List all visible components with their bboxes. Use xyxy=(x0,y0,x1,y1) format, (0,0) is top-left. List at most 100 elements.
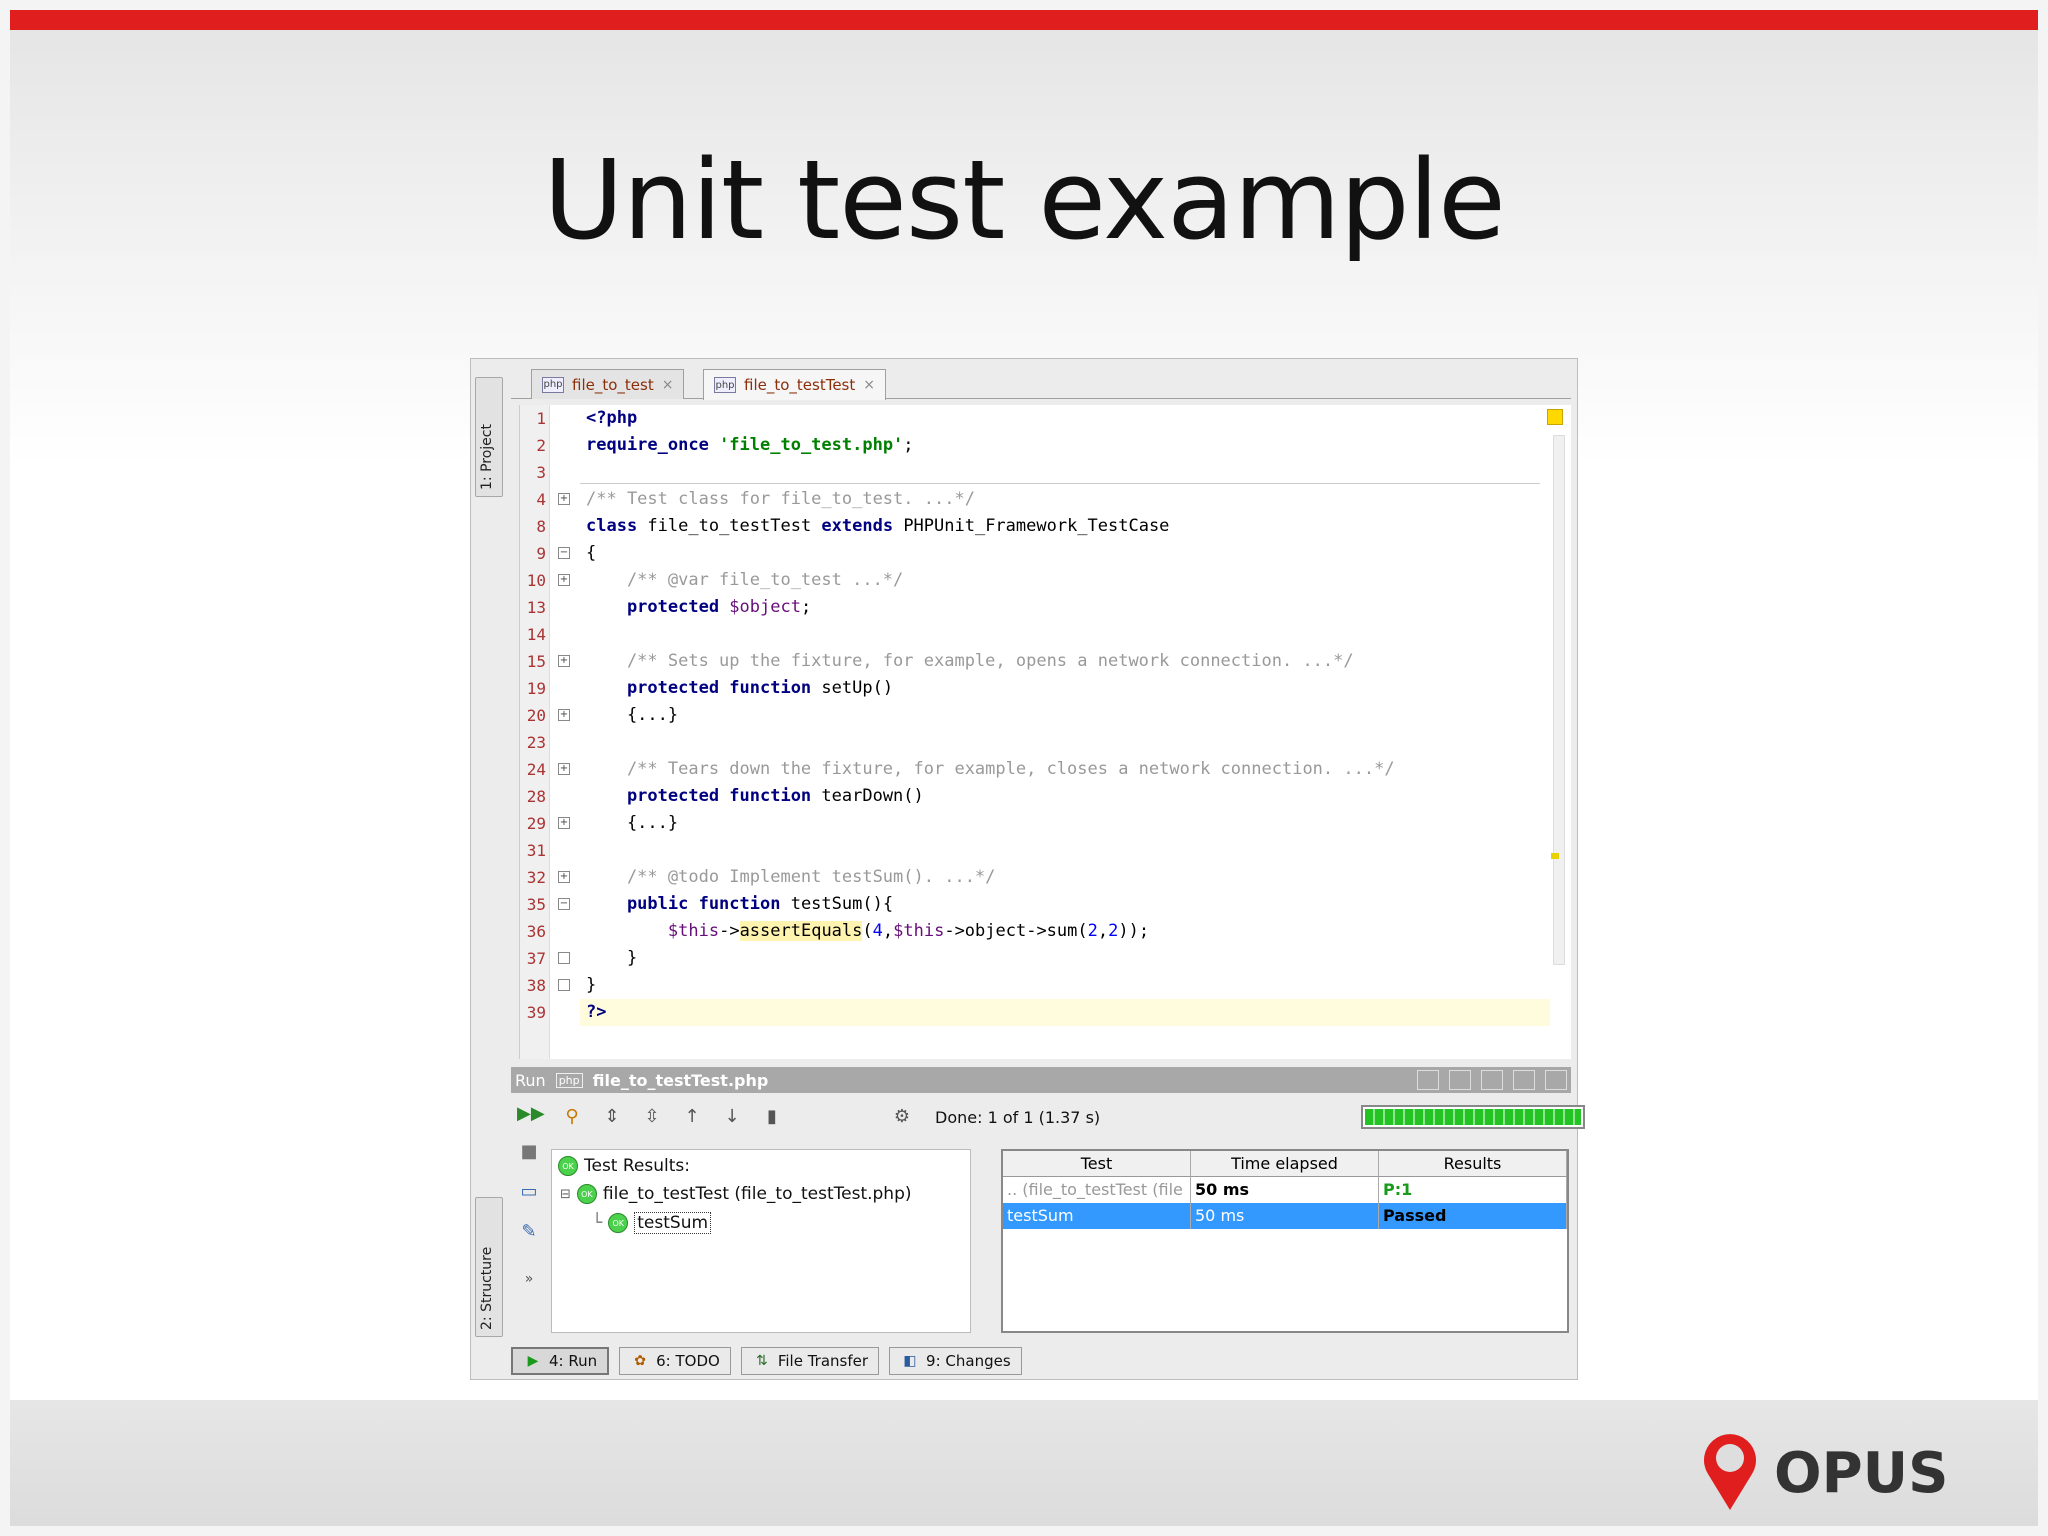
code-editor[interactable]: 1 2 3 4 8 9 10 13 14 15 19 20 23 24 28 29 31 32 35 36 37 38 39… xyxy=(519,405,1571,1059)
collapse-fold-icon[interactable]: − xyxy=(558,898,570,910)
tree-suite-label: file_to_testTest (file_to_testTest.php) xyxy=(602,1184,912,1204)
expand-fold-icon[interactable]: + xyxy=(558,655,570,667)
changes-icon: ◧ xyxy=(903,1353,917,1369)
code-line: /** Sets up the fixture, for example, op… xyxy=(586,651,1354,671)
close-icon[interactable]: × xyxy=(863,377,875,393)
settings-icon[interactable]: ⚙ xyxy=(889,1104,915,1130)
tree-suite[interactable]: ⊟ OK file_to_testTest (file_to_testTest.… xyxy=(560,1184,912,1204)
table-row[interactable]: testSum 50 ms Passed xyxy=(1003,1203,1567,1229)
expand-fold-icon[interactable]: + xyxy=(558,574,570,586)
line-number: 24 xyxy=(526,760,546,779)
more-icon[interactable]: » xyxy=(517,1271,541,1293)
progress-fill xyxy=(1365,1109,1581,1125)
tree-test[interactable]: └ OK testSum xyxy=(592,1212,712,1234)
line-number: 1 xyxy=(536,409,546,428)
run-panel-header: Run php file_to_testTest.php xyxy=(511,1067,1571,1093)
line-number: 32 xyxy=(526,868,546,887)
line-number: 13 xyxy=(526,598,546,617)
col-results[interactable]: Results xyxy=(1379,1151,1567,1177)
rerun-icon[interactable]: ▶▶ xyxy=(517,1103,545,1125)
filter-icon[interactable]: ⚲ xyxy=(559,1104,585,1130)
close-icon[interactable]: × xyxy=(662,377,674,393)
line-number: 37 xyxy=(526,949,546,968)
run-status: Done: 1 of 1 (1.37 s) xyxy=(935,1107,1101,1127)
layout-icon[interactable]: ▭ xyxy=(517,1181,541,1203)
export-icon[interactable]: ▮ xyxy=(759,1104,785,1130)
tab-file-to-test[interactable]: php file_to_test × xyxy=(531,369,685,399)
collapse-fold-icon[interactable] xyxy=(558,952,570,964)
slide-footer: OPUS xyxy=(10,1400,2038,1526)
code-line: <?php xyxy=(586,408,638,428)
editor-scrollbar[interactable] xyxy=(1553,435,1565,965)
run-icon: ▶ xyxy=(527,1353,539,1369)
expand-fold-icon[interactable]: + xyxy=(558,763,570,775)
expand-fold-icon[interactable]: + xyxy=(558,871,570,883)
line-number: 28 xyxy=(526,787,546,806)
expand-fold-icon[interactable]: + xyxy=(558,817,570,829)
project-tool-tab[interactable]: 1: Project xyxy=(475,377,503,497)
collapse-fold-icon[interactable] xyxy=(558,979,570,991)
fold-column: + − + + + + + + − xyxy=(550,405,580,1059)
hide-icon[interactable] xyxy=(1545,1070,1567,1090)
test-results-tree[interactable]: OK Test Results: ⊟ OK file_to_testTest (… xyxy=(551,1149,971,1333)
collapse-icon[interactable]: ⊟ xyxy=(560,1187,571,1202)
collapse-fold-icon[interactable]: − xyxy=(558,547,570,559)
run-config-name: file_to_testTest.php xyxy=(592,1070,769,1090)
line-number: 19 xyxy=(526,679,546,698)
cell-test: testSum xyxy=(1003,1203,1191,1229)
tab-file-transfer[interactable]: ⇅ File Transfer xyxy=(740,1347,880,1375)
stop-icon[interactable]: ■ xyxy=(517,1141,541,1163)
code-line: {...} xyxy=(586,813,679,833)
line-number-gutter: 1 2 3 4 8 9 10 13 14 15 19 20 23 24 28 29 31 32 35 36 37 38 39 xyxy=(520,405,550,1059)
tab-run-label: 4: Run xyxy=(549,1352,598,1370)
col-time[interactable]: Time elapsed xyxy=(1191,1151,1379,1177)
ok-icon: OK xyxy=(608,1213,629,1233)
method-separator xyxy=(580,483,1540,484)
expand-fold-icon[interactable]: + xyxy=(558,709,570,721)
line-number: 10 xyxy=(526,571,546,590)
line-number: 2 xyxy=(536,436,546,455)
run-panel-label: Run xyxy=(515,1070,546,1090)
restore-layout-icon[interactable] xyxy=(1417,1070,1439,1090)
line-number: 15 xyxy=(526,652,546,671)
pin-icon[interactable] xyxy=(1481,1070,1503,1090)
collapse-all-icon[interactable]: ⇳ xyxy=(639,1104,665,1130)
tab-file-to-testtest[interactable]: php file_to_testTest × xyxy=(703,369,886,400)
tab-changes[interactable]: ◧ 9: Changes xyxy=(889,1347,1022,1375)
line-number: 31 xyxy=(526,841,546,860)
previous-icon[interactable]: ↑ xyxy=(679,1104,705,1130)
logo-text: OPUS xyxy=(1774,1441,1948,1506)
line-number: 20 xyxy=(526,706,546,725)
expand-fold-icon[interactable]: + xyxy=(558,493,570,505)
line-number: 36 xyxy=(526,922,546,941)
expand-all-icon[interactable]: ⇕ xyxy=(599,1104,625,1130)
code-line: /** Tears down the fixture, for example,… xyxy=(586,759,1395,779)
code-line: require_once 'file_to_test.php'; xyxy=(586,435,914,455)
minimize-icon[interactable] xyxy=(1513,1070,1535,1090)
inspection-marker-icon[interactable] xyxy=(1547,409,1563,425)
php-file-icon: php xyxy=(542,376,564,393)
line-number: 29 xyxy=(526,814,546,833)
editor-tab-bar: php file_to_test × php file_to_testTest … xyxy=(511,369,1571,400)
test-results-table[interactable]: Test Time elapsed Results .. (file_to_te… xyxy=(1001,1149,1569,1333)
cell-time: 50 ms xyxy=(1191,1203,1379,1229)
code-line: ?> xyxy=(586,1002,607,1022)
next-icon[interactable]: ↓ xyxy=(719,1104,745,1130)
ok-icon: OK xyxy=(576,1184,597,1204)
tab-todo[interactable]: ✿ 6: TODO xyxy=(619,1347,731,1375)
slide: Unit test example 1: Project 2: Structur… xyxy=(10,10,2038,1526)
cell-result: P:1 xyxy=(1379,1177,1567,1203)
table-row[interactable]: .. (file_to_testTest (file 50 ms P:1 xyxy=(1003,1177,1567,1203)
code-line: { xyxy=(586,543,597,563)
pin-icon[interactable]: ✎ xyxy=(517,1221,541,1243)
structure-tool-tab[interactable]: 2: Structure xyxy=(475,1197,503,1337)
warning-marker-icon[interactable] xyxy=(1551,853,1559,859)
col-test[interactable]: Test xyxy=(1003,1151,1191,1177)
float-mode-icon[interactable] xyxy=(1449,1070,1471,1090)
code-line: {...} xyxy=(586,705,679,725)
tab-run[interactable]: ▶ 4: Run xyxy=(511,1347,610,1375)
tree-root[interactable]: OK Test Results: xyxy=(558,1156,690,1176)
code-line: class file_to_testTest extends PHPUnit_F… xyxy=(586,516,1170,536)
cell-test: .. (file_to_testTest (file xyxy=(1003,1177,1191,1203)
line-number: 9 xyxy=(536,544,546,563)
